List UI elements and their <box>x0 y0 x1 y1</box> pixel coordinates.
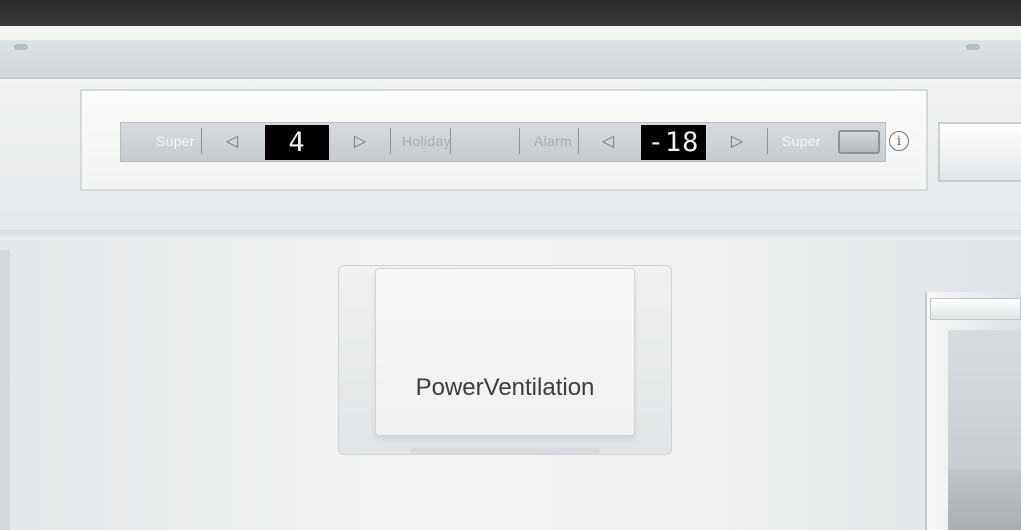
separator <box>390 128 391 154</box>
freezer-super-label: Super <box>782 133 821 149</box>
interior-left-wall <box>0 250 10 530</box>
separator <box>578 128 579 154</box>
freezer-super-button[interactable] <box>838 130 880 154</box>
door-liner <box>948 330 1021 470</box>
door-shelf <box>930 298 1021 320</box>
alarm-button[interactable]: Alarm <box>534 133 572 149</box>
frame-screw-right <box>966 44 980 50</box>
separator <box>201 128 202 154</box>
fridge-temp-up-icon[interactable]: ▷ <box>349 130 371 152</box>
frame-screw-left <box>14 44 28 50</box>
separator <box>519 128 520 154</box>
holiday-button[interactable]: Holiday <box>402 133 451 149</box>
freezer-temp-up-icon[interactable]: ▷ <box>726 130 748 152</box>
separator <box>450 128 451 154</box>
separator <box>767 128 768 154</box>
counter-top-edge <box>0 0 1021 26</box>
freezer-temp-down-icon[interactable]: ◁ <box>597 130 619 152</box>
frame-rail <box>0 40 1021 79</box>
power-ventilation-label: PowerVentilation <box>415 374 595 401</box>
door-handle[interactable] <box>938 122 1021 182</box>
vent-grille <box>410 448 600 454</box>
fridge-temp-down-icon[interactable]: ◁ <box>221 130 243 152</box>
frame-ledge <box>0 230 1021 240</box>
fridge-super-button[interactable]: Super <box>156 133 195 149</box>
fridge-temp-display: 4 <box>265 125 329 160</box>
freezer-temp-display: -18 <box>641 125 706 160</box>
info-icon[interactable]: i <box>889 131 909 151</box>
door-bin <box>948 470 1021 530</box>
power-ventilation-unit <box>375 268 635 436</box>
